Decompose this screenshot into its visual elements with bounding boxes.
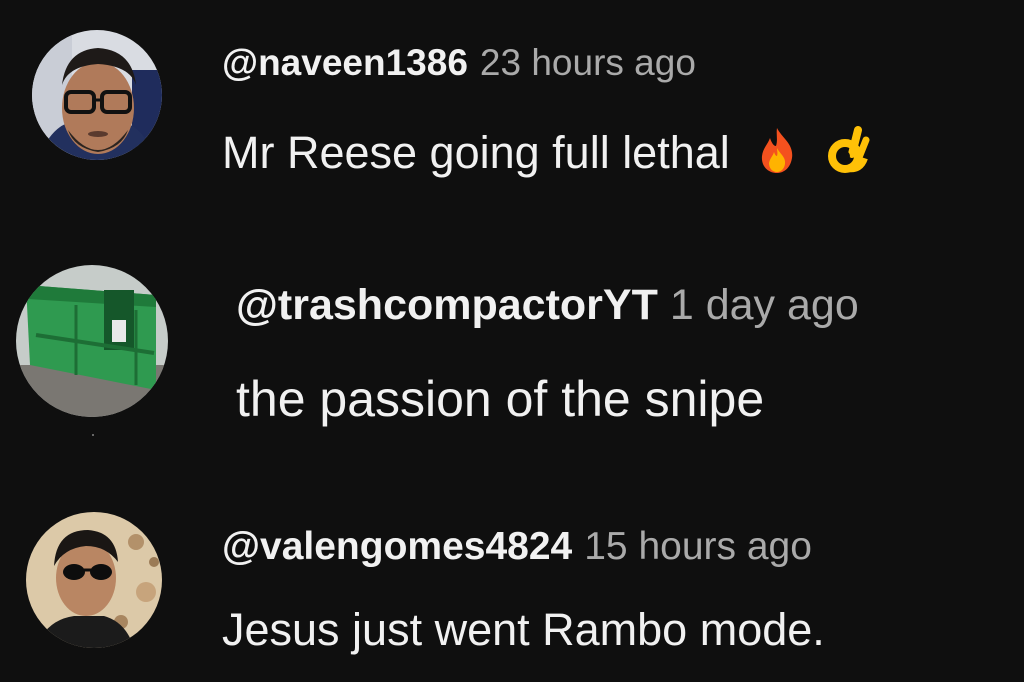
comment-item: @naveen1386 23 hours ago Mr Reese going f…: [0, 0, 1024, 220]
author-handle[interactable]: @valengomes4824: [222, 525, 572, 568]
timestamp[interactable]: 15 hours ago: [584, 525, 812, 568]
avatar[interactable]: [32, 30, 162, 160]
comment-header: @naveen1386 23 hours ago: [222, 44, 696, 81]
timestamp[interactable]: 23 hours ago: [480, 42, 696, 83]
comment-item: @trashcompactorYT 1 day ago the passion o…: [0, 250, 1024, 450]
comment-text: Jesus just went Rambo mode.: [222, 604, 825, 655]
comment-text: the passion of the snipe: [236, 371, 765, 427]
fire-icon: [756, 126, 798, 181]
comment-item: @valengomes4824 15 hours ago Jesus just w…: [0, 505, 1024, 682]
author-handle[interactable]: @trashcompactorYT: [236, 281, 658, 329]
ok-hand-icon: [827, 124, 870, 181]
man-with-glasses-avatar-image: [32, 30, 162, 160]
comment-header: @trashcompactorYT 1 day ago: [236, 284, 859, 327]
author-handle[interactable]: @naveen1386: [222, 42, 468, 83]
avatar[interactable]: [16, 265, 168, 417]
comment-text-line: Mr Reese going full lethal: [222, 124, 870, 181]
comment-text: Mr Reese going full lethal: [222, 127, 730, 178]
divider-dot: [92, 434, 94, 436]
green-dumpster-avatar-image: [16, 265, 168, 417]
man-with-sunglasses-avatar-image: [26, 512, 162, 648]
timestamp[interactable]: 1 day ago: [670, 281, 859, 329]
avatar[interactable]: [26, 512, 162, 648]
comment-header: @valengomes4824 15 hours ago: [222, 527, 812, 566]
